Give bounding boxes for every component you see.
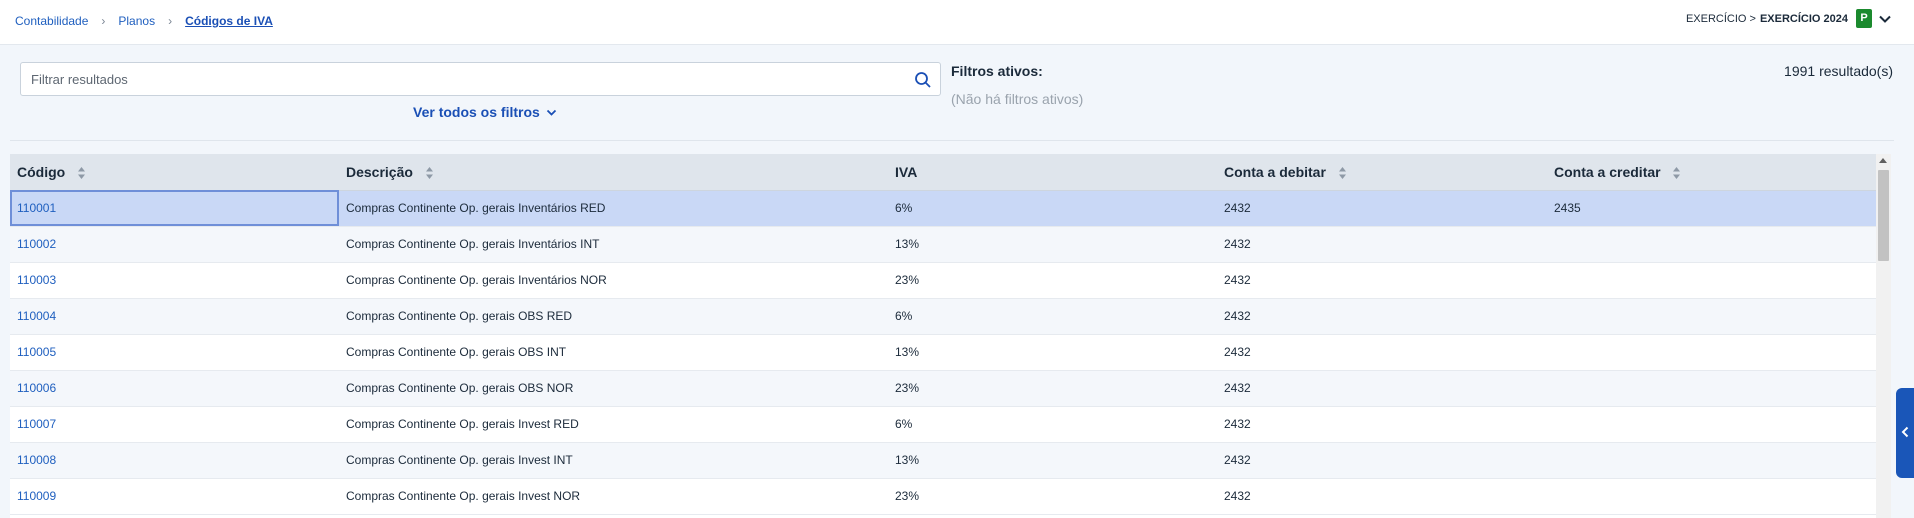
cell-conta-creditar: 2435: [1547, 190, 1876, 227]
table-row[interactable]: 110002 Compras Continente Op. gerais Inv…: [10, 226, 1876, 263]
column-header-conta-debitar[interactable]: Conta a debitar: [1217, 154, 1547, 191]
cell-descricao: Compras Continente Op. gerais OBS NOR: [339, 370, 888, 407]
cell-descricao: Compras Continente Op. gerais Invest RED: [339, 406, 888, 443]
cell-conta-debitar: 2432: [1217, 262, 1547, 299]
cell-codigo[interactable]: 110002: [10, 226, 339, 263]
top-bar: Contabilidade › Planos › Códigos de IVA …: [0, 0, 1914, 45]
exercise-label: EXERCÍCIO >: [1685, 12, 1756, 25]
cell-conta-debitar: 2432: [1217, 298, 1547, 335]
search-icon[interactable]: [914, 71, 932, 89]
cell-conta-debitar: 2432: [1217, 190, 1547, 227]
cell-conta-creditar: [1547, 442, 1876, 479]
table-row[interactable]: 110007 Compras Continente Op. gerais Inv…: [10, 406, 1876, 443]
table-row[interactable]: 110006 Compras Continente Op. gerais OBS…: [10, 370, 1876, 407]
active-filters-title: Filtros ativos:: [951, 63, 1043, 79]
cell-descricao: Compras Continente Op. gerais OBS RED: [339, 298, 888, 335]
scroll-up-icon[interactable]: [1879, 158, 1887, 163]
table-row[interactable]: 110001 Compras Continente Op. gerais Inv…: [10, 190, 1876, 227]
sort-icon[interactable]: [425, 166, 434, 180]
cell-iva: 13%: [888, 334, 1217, 371]
cell-codigo[interactable]: 110001: [10, 190, 339, 227]
search-input[interactable]: [21, 63, 901, 95]
cell-conta-debitar: 2432: [1217, 226, 1547, 263]
cell-codigo[interactable]: 110005: [10, 334, 339, 371]
see-all-filters-label: Ver todos os filtros: [413, 104, 540, 120]
cell-iva: 23%: [888, 478, 1217, 515]
table-row[interactable]: 110009 Compras Continente Op. gerais Inv…: [10, 478, 1876, 515]
table-row[interactable]: 110003 Compras Continente Op. gerais Inv…: [10, 262, 1876, 299]
cell-conta-creditar: [1547, 298, 1876, 335]
cell-codigo[interactable]: 110004: [10, 298, 339, 335]
cell-codigo[interactable]: 110009: [10, 478, 339, 515]
cell-conta-debitar: 2432: [1217, 406, 1547, 443]
cell-descricao: Compras Continente Op. gerais Inventário…: [339, 190, 888, 227]
active-filters-empty: (Não há filtros ativos): [951, 91, 1084, 107]
cell-codigo[interactable]: 110007: [10, 406, 339, 443]
cell-conta-creditar: [1547, 334, 1876, 371]
cell-iva: 23%: [888, 370, 1217, 407]
table-row[interactable]: 110005 Compras Continente Op. gerais OBS…: [10, 334, 1876, 371]
breadcrumb: Contabilidade › Planos › Códigos de IVA: [15, 14, 273, 28]
cell-conta-creditar: [1547, 226, 1876, 263]
cell-iva: 13%: [888, 226, 1217, 263]
column-header-codigo[interactable]: Código: [10, 154, 339, 191]
breadcrumb-planos[interactable]: Planos: [118, 14, 155, 28]
cell-iva: 6%: [888, 190, 1217, 227]
sort-icon[interactable]: [77, 166, 86, 180]
exercise-selector[interactable]: EXERCÍCIO > EXERCÍCIO 2024 P: [1686, 9, 1892, 28]
cell-conta-creditar: [1547, 370, 1876, 407]
chevron-down-icon[interactable]: [1878, 12, 1892, 26]
search-box: [20, 62, 941, 96]
breadcrumb-codigos-iva[interactable]: Códigos de IVA: [185, 14, 273, 28]
cell-descricao: Compras Continente Op. gerais OBS INT: [339, 334, 888, 371]
cell-iva: 6%: [888, 298, 1217, 335]
divider: [10, 140, 1894, 141]
exercise-badge: P: [1856, 9, 1872, 28]
cell-descricao: Compras Continente Op. gerais Invest NOR: [339, 478, 888, 515]
column-header-iva: IVA: [888, 154, 1217, 191]
scrollbar-thumb[interactable]: [1878, 170, 1889, 261]
chevron-left-icon: [1901, 426, 1909, 438]
breadcrumb-contabilidade[interactable]: Contabilidade: [15, 14, 88, 28]
column-header-conta-creditar[interactable]: Conta a creditar: [1547, 154, 1876, 191]
table-row[interactable]: 110004 Compras Continente Op. gerais OBS…: [10, 298, 1876, 335]
table-header-row: Código Descrição IVA Conta a debitar Con…: [10, 154, 1876, 191]
cell-conta-debitar: 2432: [1217, 442, 1547, 479]
cell-conta-creditar: [1547, 406, 1876, 443]
cell-descricao: Compras Continente Op. gerais Inventário…: [339, 226, 888, 263]
cell-conta-debitar: 2432: [1217, 478, 1547, 515]
cell-codigo[interactable]: 110003: [10, 262, 339, 299]
breadcrumb-separator-icon: ›: [168, 14, 173, 28]
exercise-value: EXERCÍCIO 2024: [1759, 12, 1848, 25]
cell-conta-creditar: [1547, 478, 1876, 515]
column-header-descricao[interactable]: Descrição: [339, 154, 888, 191]
side-panel-toggle[interactable]: [1896, 388, 1914, 478]
table-scrollbar[interactable]: [1876, 154, 1891, 518]
table-row[interactable]: 110008 Compras Continente Op. gerais Inv…: [10, 442, 1876, 479]
see-all-filters-button[interactable]: Ver todos os filtros: [413, 104, 557, 120]
cell-iva: 13%: [888, 442, 1217, 479]
breadcrumb-separator-icon: ›: [101, 14, 106, 28]
cell-codigo[interactable]: 110006: [10, 370, 339, 407]
cell-conta-creditar: [1547, 262, 1876, 299]
cell-conta-debitar: 2432: [1217, 370, 1547, 407]
cell-iva: 6%: [888, 406, 1217, 443]
chevron-down-icon: [546, 109, 556, 116]
results-count: 1991 resultado(s): [1784, 63, 1893, 79]
sort-icon[interactable]: [1338, 166, 1347, 180]
cell-codigo[interactable]: 110008: [10, 442, 339, 479]
sort-icon[interactable]: [1672, 166, 1681, 180]
vat-codes-table: Código Descrição IVA Conta a debitar Con…: [10, 154, 1876, 518]
cell-iva: 23%: [888, 262, 1217, 299]
cell-descricao: Compras Continente Op. gerais Inventário…: [339, 262, 888, 299]
cell-conta-debitar: 2432: [1217, 334, 1547, 371]
cell-descricao: Compras Continente Op. gerais Invest INT: [339, 442, 888, 479]
